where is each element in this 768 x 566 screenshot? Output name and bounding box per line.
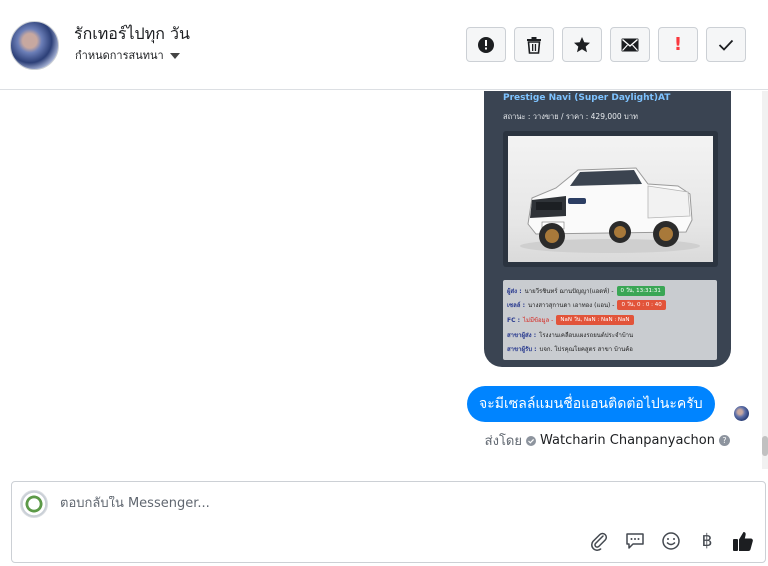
vehicle-photo-frame (503, 131, 718, 267)
sender-label: ผู้ส่ง : (507, 288, 522, 295)
receiver-branch-value: บจก. โปรคุณโยคสูตร สาขา บ้านค้อ (539, 346, 633, 353)
mark-spam-button[interactable] (466, 27, 506, 62)
conversation-assign-dropdown[interactable]: กำหนดการสนทนา (75, 46, 180, 64)
delete-button[interactable] (514, 27, 554, 62)
vehicle-model-title: Prestige Navi (Super Daylight)AT (503, 93, 671, 103)
sent-by-label: ส่งโดย (484, 434, 522, 449)
alert-circle-icon (478, 36, 494, 53)
pickup-truck-image (520, 167, 700, 253)
sender-branch-label: สาขาผู้ส่ง : (507, 332, 537, 339)
sender-value: นายวีรชินทร์ ฌานปัญญา(แอดท์) - (524, 288, 614, 295)
vehicle-transfer-details: ผู้ส่ง : นายวีรชินทร์ ฌานปัญญา(แอดท์) - … (503, 280, 717, 360)
reply-composer: ฿ (11, 481, 766, 563)
baht-icon: ฿ (701, 531, 713, 551)
payment-button[interactable]: ฿ (695, 529, 719, 553)
seen-avatar (734, 406, 749, 421)
outgoing-message-bubble[interactable]: จะมีเซลล์แมนชื่อแอนติดต่อไปนะครับ (467, 386, 715, 422)
mark-done-button[interactable] (706, 27, 746, 62)
fc-value: ไม่มีข้อมูล - (523, 317, 554, 324)
receiver-branch-label: สาขาผู้รับ : (507, 346, 537, 353)
attach-button[interactable] (587, 529, 611, 553)
thumbs-up-icon (733, 532, 753, 551)
mark-unread-button[interactable] (610, 27, 650, 62)
sales-row: เซลล์ : นางสาวสุกานดา เอาทอง (แอน) - 0 ว… (507, 300, 666, 310)
contact-avatar[interactable] (10, 21, 59, 70)
mark-important-button[interactable]: ! (658, 27, 698, 62)
conversation-header: รักเทอร์ไปทุก วัน กำหนดการสนทนา ! (0, 0, 768, 90)
fc-timer-badge: NaN วัน, NaN : NaN : NaN (556, 315, 634, 325)
fc-label: FC : (507, 316, 520, 324)
scrollbar-thumb[interactable] (762, 436, 768, 456)
like-button[interactable] (731, 529, 755, 553)
conversation-name[interactable]: รักเทอร์ไปทุก วัน (74, 22, 190, 47)
caret-down-icon (169, 52, 180, 59)
sender-branch-value: โรงงานเคลือบแผงรถยนต์ประจำบ้าน (539, 332, 634, 339)
verified-check-icon (526, 435, 536, 446)
sender-timer-badge: 0 วัน, 13:31:31 (616, 286, 665, 296)
sent-by-line: ส่งโดย Watcharin Chanpanyachon ? (485, 430, 730, 451)
page-avatar (20, 490, 48, 518)
message-thread[interactable]: Prestige Navi (Super Daylight)AT สถานะ :… (0, 91, 768, 469)
star-button[interactable] (562, 27, 602, 62)
reply-input[interactable] (60, 496, 660, 511)
sender-name[interactable]: Watcharin Chanpanyachon (540, 433, 715, 448)
sales-value: นางสาวสุกานดา เอาทอง (แอน) - (527, 302, 615, 309)
trash-icon (527, 36, 541, 54)
receiver-branch-row: สาขาผู้รับ : บจก. โปรคุณโยคสูตร สาขา บ้า… (507, 344, 633, 354)
paperclip-icon (591, 532, 608, 551)
exclamation-icon: ! (673, 33, 683, 55)
fc-row: FC : ไม่มีข้อมูล - NaN วัน, NaN : NaN : … (507, 315, 634, 325)
conversation-assign-label: กำหนดการสนทนา (75, 49, 164, 62)
shared-vehicle-card[interactable]: Prestige Navi (Super Daylight)AT สถานะ :… (484, 91, 731, 367)
star-icon (574, 36, 590, 52)
check-icon (718, 39, 734, 51)
help-icon[interactable]: ? (719, 435, 730, 446)
envelope-icon (621, 38, 639, 51)
sales-label: เซลล์ : (507, 302, 525, 309)
sales-timer-badge: 0 วัน, 0 : 0 : 40 (617, 300, 666, 310)
thread-scrollbar[interactable] (762, 91, 768, 469)
smiley-icon (662, 532, 680, 550)
saved-replies-button[interactable] (623, 529, 647, 553)
emoji-button[interactable] (659, 529, 683, 553)
vehicle-status-price: สถานะ : วางขาย / ราคา : 429,000 บาท (503, 112, 638, 121)
sender-row: ผู้ส่ง : นายวีรชินทร์ ฌานปัญญา(แอดท์) - … (507, 286, 665, 296)
chat-bubble-icon (626, 533, 644, 549)
sender-branch-row: สาขาผู้ส่ง : โรงงานเคลือบแผงรถยนต์ประจำบ… (507, 330, 633, 340)
vehicle-photo[interactable] (508, 136, 713, 262)
